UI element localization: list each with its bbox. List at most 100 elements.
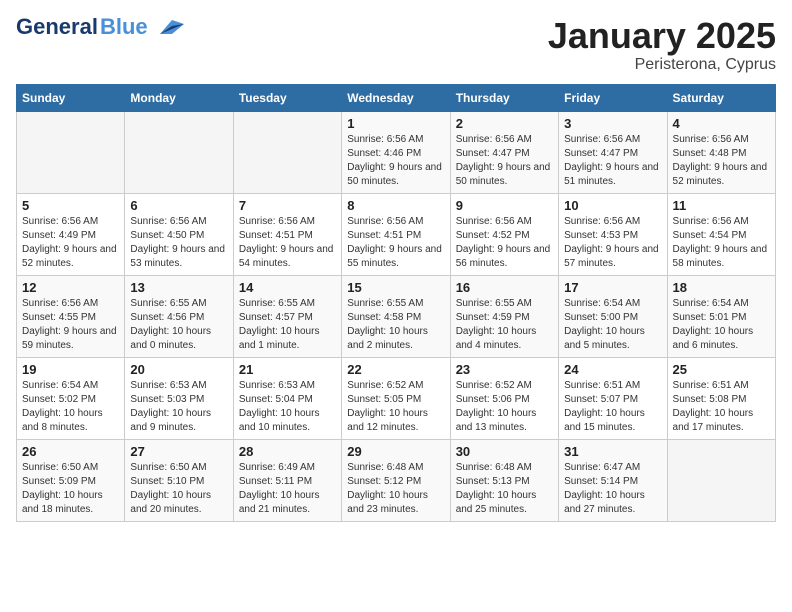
day-number: 30 [456,444,553,459]
day-number: 25 [673,362,770,377]
day-number: 7 [239,198,336,213]
calendar-cell: 20Sunrise: 6:53 AM Sunset: 5:03 PM Dayli… [125,357,233,439]
day-number: 11 [673,198,770,213]
calendar-cell: 12 Sunrise: 6:56 AM Sunset: 4:55 PM Dayli… [17,275,125,357]
calendar-cell: 16 Sunrise: 6:55 AM Sunset: 4:59 PM Dayli… [450,275,558,357]
calendar-cell: 24Sunrise: 6:51 AM Sunset: 5:07 PM Dayli… [559,357,667,439]
day-number: 8 [347,198,444,213]
day-info: Sunrise: 6:56 AM Sunset: 4:54 PM Dayligh… [673,215,770,271]
day-info: Sunrise: 6:50 AM Sunset: 5:10 PM Dayligh… [130,461,227,517]
day-number: 9 [456,198,553,213]
calendar-cell: 6Sunrise: 6:56 AM Sunset: 4:50 PM Daylig… [125,193,233,275]
day-number: 24 [564,362,661,377]
calendar-cell: 7 Sunrise: 6:56 AM Sunset: 4:51 PM Daylig… [233,193,341,275]
calendar-cell: 19Sunrise: 6:54 AM Sunset: 5:02 PM Dayli… [17,357,125,439]
day-info: Sunrise: 6:48 AM Sunset: 5:13 PM Dayligh… [456,461,553,517]
day-number: 28 [239,444,336,459]
weekday-friday: Friday [559,84,667,111]
day-info: Sunrise: 6:47 AM Sunset: 5:14 PM Dayligh… [564,461,661,517]
calendar-cell: 26 Sunrise: 6:50 AM Sunset: 5:09 PM Dayli… [17,439,125,521]
day-number: 26 [22,444,119,459]
day-number: 21 [239,362,336,377]
calendar-cell: 31Sunrise: 6:47 AM Sunset: 5:14 PM Dayli… [559,439,667,521]
day-info: Sunrise: 6:55 AM Sunset: 4:58 PM Dayligh… [347,297,444,353]
day-number: 4 [673,116,770,131]
day-info: Sunrise: 6:56 AM Sunset: 4:52 PM Dayligh… [456,215,553,271]
calendar-cell: 21 Sunrise: 6:53 AM Sunset: 5:04 PM Dayli… [233,357,341,439]
day-info: Sunrise: 6:56 AM Sunset: 4:51 PM Dayligh… [239,215,336,271]
logo-general: General [16,16,98,38]
calendar-cell: 29 Sunrise: 6:48 AM Sunset: 5:12 PM Dayli… [342,439,450,521]
logo: General Blue [16,16,184,38]
weekday-saturday: Saturday [667,84,775,111]
calendar-cell: 5 Sunrise: 6:56 AM Sunset: 4:49 PM Daylig… [17,193,125,275]
calendar-table: SundayMondayTuesdayWednesdayThursdayFrid… [16,84,776,522]
calendar-week-2: 5 Sunrise: 6:56 AM Sunset: 4:49 PM Daylig… [17,193,776,275]
day-info: Sunrise: 6:56 AM Sunset: 4:49 PM Dayligh… [22,215,119,271]
calendar-cell: 11 Sunrise: 6:56 AM Sunset: 4:54 PM Dayli… [667,193,775,275]
calendar-cell: 22Sunrise: 6:52 AM Sunset: 5:05 PM Dayli… [342,357,450,439]
day-number: 5 [22,198,119,213]
calendar-cell: 1 Sunrise: 6:56 AM Sunset: 4:46 PM Daylig… [342,111,450,193]
weekday-wednesday: Wednesday [342,84,450,111]
day-number: 18 [673,280,770,295]
calendar-week-3: 12 Sunrise: 6:56 AM Sunset: 4:55 PM Dayli… [17,275,776,357]
calendar-cell: 10Sunrise: 6:56 AM Sunset: 4:53 PM Dayli… [559,193,667,275]
day-info: Sunrise: 6:56 AM Sunset: 4:47 PM Dayligh… [456,133,553,189]
weekday-thursday: Thursday [450,84,558,111]
day-number: 14 [239,280,336,295]
day-info: Sunrise: 6:56 AM Sunset: 4:48 PM Dayligh… [673,133,770,189]
weekday-monday: Monday [125,84,233,111]
calendar-week-5: 26 Sunrise: 6:50 AM Sunset: 5:09 PM Dayli… [17,439,776,521]
day-info: Sunrise: 6:56 AM Sunset: 4:50 PM Dayligh… [130,215,227,271]
day-number: 23 [456,362,553,377]
day-number: 16 [456,280,553,295]
logo-icon [152,16,184,38]
day-info: Sunrise: 6:50 AM Sunset: 5:09 PM Dayligh… [22,461,119,517]
day-number: 3 [564,116,661,131]
calendar-cell: 13Sunrise: 6:55 AM Sunset: 4:56 PM Dayli… [125,275,233,357]
calendar-cell: 23Sunrise: 6:52 AM Sunset: 5:06 PM Dayli… [450,357,558,439]
day-info: Sunrise: 6:56 AM Sunset: 4:55 PM Dayligh… [22,297,119,353]
day-number: 13 [130,280,227,295]
calendar-cell: 28 Sunrise: 6:49 AM Sunset: 5:11 PM Dayli… [233,439,341,521]
weekday-header-row: SundayMondayTuesdayWednesdayThursdayFrid… [17,84,776,111]
calendar-cell: 25Sunrise: 6:51 AM Sunset: 5:08 PM Dayli… [667,357,775,439]
day-info: Sunrise: 6:56 AM Sunset: 4:46 PM Dayligh… [347,133,444,189]
calendar-cell: 3 Sunrise: 6:56 AM Sunset: 4:47 PM Daylig… [559,111,667,193]
day-number: 2 [456,116,553,131]
weekday-sunday: Sunday [17,84,125,111]
day-info: Sunrise: 6:54 AM Sunset: 5:01 PM Dayligh… [673,297,770,353]
day-number: 27 [130,444,227,459]
day-info: Sunrise: 6:53 AM Sunset: 5:04 PM Dayligh… [239,379,336,435]
day-number: 10 [564,198,661,213]
calendar-cell: 14Sunrise: 6:55 AM Sunset: 4:57 PM Dayli… [233,275,341,357]
calendar-week-1: 1 Sunrise: 6:56 AM Sunset: 4:46 PM Daylig… [17,111,776,193]
calendar-subtitle: Peristerona, Cyprus [548,56,776,74]
calendar-cell: 15 Sunrise: 6:55 AM Sunset: 4:58 PM Dayli… [342,275,450,357]
calendar-title: January 2025 [548,16,776,56]
calendar-cell [233,111,341,193]
day-number: 12 [22,280,119,295]
calendar-cell: 17 Sunrise: 6:54 AM Sunset: 5:00 PM Dayli… [559,275,667,357]
day-number: 1 [347,116,444,131]
day-info: Sunrise: 6:56 AM Sunset: 4:51 PM Dayligh… [347,215,444,271]
day-number: 29 [347,444,444,459]
calendar-cell: 4 Sunrise: 6:56 AM Sunset: 4:48 PM Daylig… [667,111,775,193]
day-number: 17 [564,280,661,295]
calendar-cell: 30 Sunrise: 6:48 AM Sunset: 5:13 PM Dayli… [450,439,558,521]
day-info: Sunrise: 6:49 AM Sunset: 5:11 PM Dayligh… [239,461,336,517]
logo-blue: Blue [100,16,148,38]
title-block: January 2025 Peristerona, Cyprus [548,16,776,74]
day-number: 20 [130,362,227,377]
day-info: Sunrise: 6:54 AM Sunset: 5:00 PM Dayligh… [564,297,661,353]
calendar-cell [125,111,233,193]
calendar-week-4: 19Sunrise: 6:54 AM Sunset: 5:02 PM Dayli… [17,357,776,439]
day-info: Sunrise: 6:48 AM Sunset: 5:12 PM Dayligh… [347,461,444,517]
day-number: 15 [347,280,444,295]
day-info: Sunrise: 6:56 AM Sunset: 4:47 PM Dayligh… [564,133,661,189]
day-info: Sunrise: 6:55 AM Sunset: 4:59 PM Dayligh… [456,297,553,353]
calendar-cell: 9 Sunrise: 6:56 AM Sunset: 4:52 PM Daylig… [450,193,558,275]
day-number: 22 [347,362,444,377]
calendar-cell: 8 Sunrise: 6:56 AM Sunset: 4:51 PM Daylig… [342,193,450,275]
